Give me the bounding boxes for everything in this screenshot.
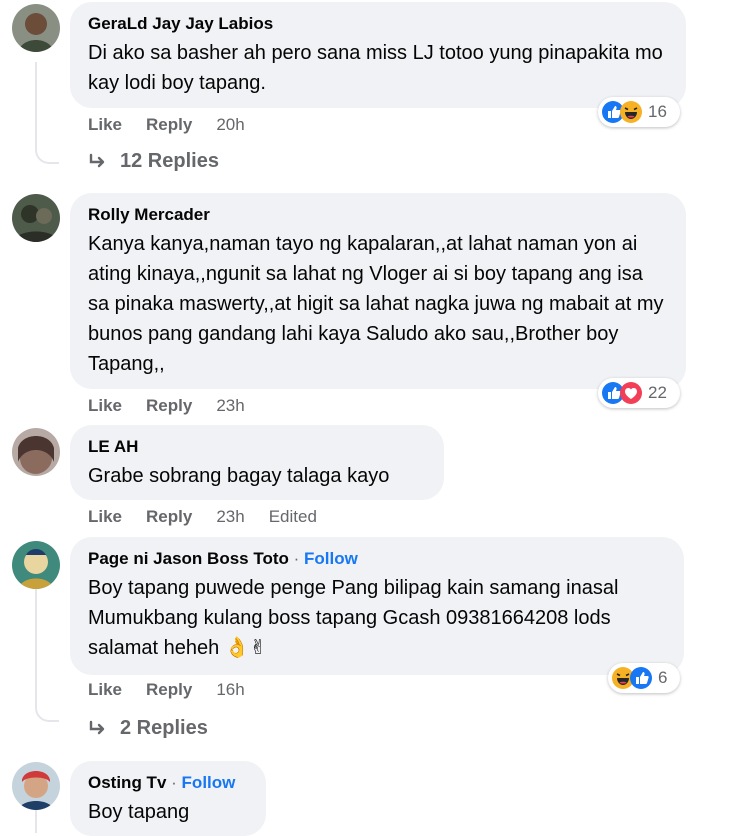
author-name[interactable]: Osting Tv xyxy=(88,773,166,792)
thread-line xyxy=(35,588,37,708)
comment-author: Page ni Jason Boss Toto · Follow xyxy=(88,548,666,569)
like-button[interactable]: Like xyxy=(88,395,122,417)
view-replies-button[interactable]: 12 Replies xyxy=(88,150,219,173)
like-button[interactable]: Like xyxy=(88,506,122,528)
comment-time[interactable]: 23h xyxy=(216,395,244,417)
view-replies-button[interactable]: 2 Replies xyxy=(88,717,208,740)
author-name[interactable]: Page ni Jason Boss Toto xyxy=(88,549,289,568)
reaction-count: 6 xyxy=(658,668,668,687)
comment-bubble: Osting Tv · Follow Boy tapang xyxy=(70,761,266,836)
reaction-count: 16 xyxy=(648,102,667,121)
separator-dot: · xyxy=(171,773,177,792)
avatar[interactable] xyxy=(12,4,60,52)
comment-time[interactable]: 20h xyxy=(216,114,244,136)
reaction-summary[interactable]: 16 xyxy=(598,97,680,127)
reply-button[interactable]: Reply xyxy=(146,395,192,417)
comment-text: Boy tapang xyxy=(88,801,190,823)
separator-dot: · xyxy=(293,549,300,568)
comment-bubble: LE AH Grabe sobrang bagay talaga kayo xyxy=(70,425,444,500)
like-icon xyxy=(630,667,652,689)
comment-bubble: Page ni Jason Boss Toto · Follow Boy tap… xyxy=(70,537,684,675)
haha-icon xyxy=(620,101,642,123)
like-button[interactable]: Like xyxy=(88,679,122,701)
reaction-count: 22 xyxy=(648,383,667,402)
follow-button[interactable]: Follow xyxy=(182,773,236,792)
comment-actions: Like Reply 23h Edited xyxy=(88,506,317,528)
comment-author[interactable]: GeraLd Jay Jay Labios xyxy=(88,13,668,34)
reaction-summary[interactable]: 22 xyxy=(598,378,680,408)
thread-line xyxy=(35,62,37,150)
reply-arrow-icon xyxy=(89,720,105,734)
follow-button[interactable]: Follow xyxy=(304,549,358,568)
comment-actions: Like Reply 23h xyxy=(88,395,245,417)
reply-button[interactable]: Reply xyxy=(146,114,192,136)
thread-curve xyxy=(35,698,59,722)
comment-actions: Like Reply 16h xyxy=(88,679,245,701)
avatar[interactable] xyxy=(12,541,60,589)
reply-button[interactable]: Reply xyxy=(146,679,192,701)
comment-text: Grabe sobrang bagay talaga kayo xyxy=(88,465,390,487)
avatar[interactable] xyxy=(12,428,60,476)
comment-author[interactable]: LE AH xyxy=(88,436,426,457)
thread-curve xyxy=(35,140,59,164)
reply-button[interactable]: Reply xyxy=(146,506,192,528)
comment-bubble: GeraLd Jay Jay Labios Di ako sa basher a… xyxy=(70,2,686,108)
like-button[interactable]: Like xyxy=(88,114,122,136)
edited-label: Edited xyxy=(268,507,317,526)
comment-text: Di ako sa basher ah pero sana miss LJ to… xyxy=(88,42,663,94)
reaction-summary[interactable]: 6 xyxy=(608,663,680,693)
comment-bubble: Rolly Mercader Kanya kanya,naman tayo ng… xyxy=(70,193,686,389)
replies-label: 12 Replies xyxy=(120,150,219,172)
comment-text: Kanya kanya,naman tayo ng kapalaran,,at … xyxy=(88,233,664,375)
comment-author: Osting Tv · Follow xyxy=(88,772,248,793)
comment-time[interactable]: 23h xyxy=(216,506,244,528)
comment-author[interactable]: Rolly Mercader xyxy=(88,204,668,225)
replies-label: 2 Replies xyxy=(120,717,208,739)
thread-line xyxy=(35,810,37,833)
heart-icon xyxy=(620,382,642,404)
avatar[interactable] xyxy=(12,762,60,810)
reply-arrow-icon xyxy=(89,153,105,167)
comment-actions: Like Reply 20h xyxy=(88,114,245,136)
avatar[interactable] xyxy=(12,194,60,242)
comment-text: Boy tapang puwede penge Pang bilipag kai… xyxy=(88,577,619,659)
comment-time[interactable]: 16h xyxy=(216,679,244,701)
